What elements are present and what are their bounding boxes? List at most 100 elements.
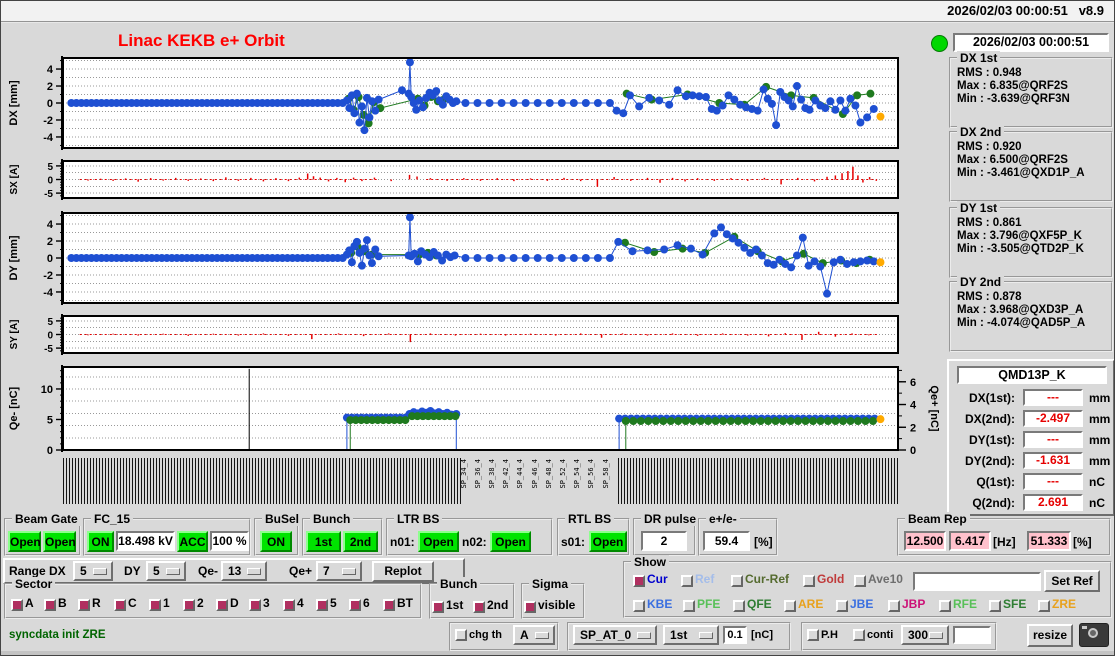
status-checkbox-conti[interactable]: [853, 629, 865, 641]
replot-button[interactable]: Replot: [372, 561, 434, 582]
sector-checkbox-a[interactable]: [11, 599, 23, 611]
plot-dx: 4 2 0 -2 -4 DX [mm]: [8, 56, 899, 150]
sector-checkbox-b[interactable]: [44, 599, 56, 611]
sector-checkbox-label: D: [230, 596, 239, 610]
show-checkbox-label: Ref: [695, 572, 715, 586]
range-qem-dropdown[interactable]: 13: [221, 561, 267, 581]
show-checkbox-pfe[interactable]: [683, 600, 695, 612]
show-checkbox-zre[interactable]: [1038, 600, 1050, 612]
sector-checkbox-label: 6: [363, 596, 370, 610]
blank-field[interactable]: [953, 626, 991, 644]
svg-text:-2: -2: [43, 270, 53, 282]
bunch-2nd-button[interactable]: 2nd: [343, 531, 378, 552]
show-checkbox-label: ZRE: [1052, 597, 1076, 611]
bpm-monitor-title: QMD13P_K: [957, 366, 1107, 384]
status-checkbox-chg th[interactable]: [455, 629, 467, 641]
eratio-label: e+/e-: [706, 512, 740, 526]
threshold-field[interactable]: [723, 626, 747, 644]
fc15-kv-field[interactable]: 18.498 kV: [116, 531, 175, 551]
svg-text:5: 5: [47, 414, 53, 426]
resize-button[interactable]: resize: [1027, 624, 1073, 647]
beam-gate-open-2-button[interactable]: Open: [43, 531, 76, 552]
status-checkbox-p.h[interactable]: [807, 629, 819, 641]
range-dy-label: DY: [124, 564, 141, 578]
show-checkbox-label: JBP: [902, 597, 926, 611]
fc15-duty-field[interactable]: 100 %: [210, 531, 249, 551]
sector-checkbox-1[interactable]: [149, 599, 161, 611]
stat-box-dy-1st: DY 1st RMS : 0.861 Max : 3.796@QXF5P_K Min …: [949, 201, 1113, 278]
show-checkbox-qfe[interactable]: [733, 600, 745, 612]
sector-checkbox-label: 4: [297, 596, 304, 610]
page-title: Linac KEKB e+ Orbit: [118, 31, 285, 50]
dropdown-indicator-icon: [166, 567, 180, 575]
rtl-s01-open-button[interactable]: Open: [589, 531, 627, 552]
ph-label: P.H: [821, 629, 838, 641]
beam-gate-open-1-button[interactable]: Open: [8, 531, 41, 552]
show-checkbox-sfe[interactable]: [989, 600, 1001, 612]
sector-checkbox-label: 1: [163, 596, 170, 610]
range-dx-dropdown[interactable]: 5: [73, 561, 113, 581]
sector-checkbox-r[interactable]: [78, 599, 90, 611]
monitor-row-unit: mm: [1089, 412, 1111, 426]
sector-checkbox-label: C: [128, 596, 137, 610]
show-checkbox-label: PFE: [697, 597, 721, 611]
show-checkbox-kbe[interactable]: [633, 600, 645, 612]
ltr-bs-label: LTR BS: [394, 512, 443, 526]
show-checkbox-jbp[interactable]: [888, 600, 900, 612]
bunch-checkbox-2nd[interactable]: [473, 601, 485, 613]
bunch-checkbox-1st[interactable]: [432, 601, 444, 613]
show-checkbox-cur-ref[interactable]: [731, 575, 743, 587]
screenshot-camera-button[interactable]: [1079, 623, 1109, 647]
show-checkbox-gold[interactable]: [803, 575, 815, 587]
svg-text:-5: -5: [44, 189, 53, 200]
fc15-on-button[interactable]: ON: [87, 531, 114, 552]
show-checkbox-cur[interactable]: [633, 575, 645, 587]
sigma-checkbox-visible[interactable]: [524, 601, 536, 613]
show-checkbox-ave10[interactable]: [854, 575, 866, 587]
range-dy-dropdown[interactable]: 5: [146, 561, 186, 581]
range-dx-label: Range DX: [9, 564, 66, 578]
monitor-row-unit: nC: [1089, 475, 1105, 489]
set-ref-button[interactable]: Set Ref: [1044, 570, 1100, 592]
bunch-checkbox-label: 1st: [446, 598, 464, 612]
sector-checkbox-c[interactable]: [114, 599, 126, 611]
monitor-row-value: -1.631: [1023, 452, 1083, 469]
sector-checkbox-3[interactable]: [249, 599, 261, 611]
range-qep-dropdown[interactable]: 7: [316, 561, 362, 581]
bpm-label: SP_36_4: [473, 459, 482, 489]
chg-th-sector-dropdown[interactable]: A: [513, 625, 555, 645]
pulse-count-dropdown[interactable]: 300: [901, 625, 949, 645]
show-checkbox-label: Cur-Ref: [745, 572, 789, 586]
eratio-field[interactable]: 59.4: [703, 531, 750, 551]
dr-pulse-field[interactable]: 2: [641, 531, 687, 551]
sector-checkbox-label: BT: [397, 596, 413, 610]
sigma-label: Sigma: [529, 577, 572, 591]
sp-monitor-dropdown[interactable]: SP_AT_0: [573, 625, 657, 645]
sector-checkbox-5[interactable]: [316, 599, 328, 611]
show-checkbox-ref[interactable]: [681, 575, 693, 587]
sector-checkbox-4[interactable]: [283, 599, 295, 611]
dropdown-indicator-icon: [342, 567, 356, 575]
ltr-n02-open-button[interactable]: Open: [490, 531, 531, 552]
bunch-mode-dropdown[interactable]: 1st: [663, 625, 719, 645]
show-checkbox-rfe[interactable]: [939, 600, 951, 612]
ltr-n01-open-button[interactable]: Open: [418, 531, 459, 552]
sector-checkbox-bt[interactable]: [383, 599, 395, 611]
stat-line: Max : 6.835@QRF2S: [957, 80, 1068, 92]
sector-checkbox-6[interactable]: [349, 599, 361, 611]
busel-on-button[interactable]: ON: [260, 531, 292, 552]
eratio-unit-label: [%]: [754, 535, 773, 549]
ref-name-input[interactable]: [913, 572, 1041, 591]
ltr-n01-label: n01:: [390, 535, 415, 549]
show-checkbox-label: Ave10: [868, 572, 903, 586]
monitor-row-value: 2.691: [1023, 494, 1083, 511]
show-checkbox-jbe[interactable]: [836, 600, 848, 612]
dropdown-indicator-icon: [535, 631, 549, 639]
bunch-1st-button[interactable]: 1st: [306, 531, 341, 552]
sector-checkbox-d[interactable]: [216, 599, 228, 611]
sector-checkbox-2[interactable]: [183, 599, 195, 611]
show-checkbox-label: KBE: [647, 597, 673, 611]
bpm-label-texture: [618, 458, 898, 504]
show-checkbox-are[interactable]: [784, 600, 796, 612]
fc15-acc-button[interactable]: ACC: [177, 531, 208, 552]
